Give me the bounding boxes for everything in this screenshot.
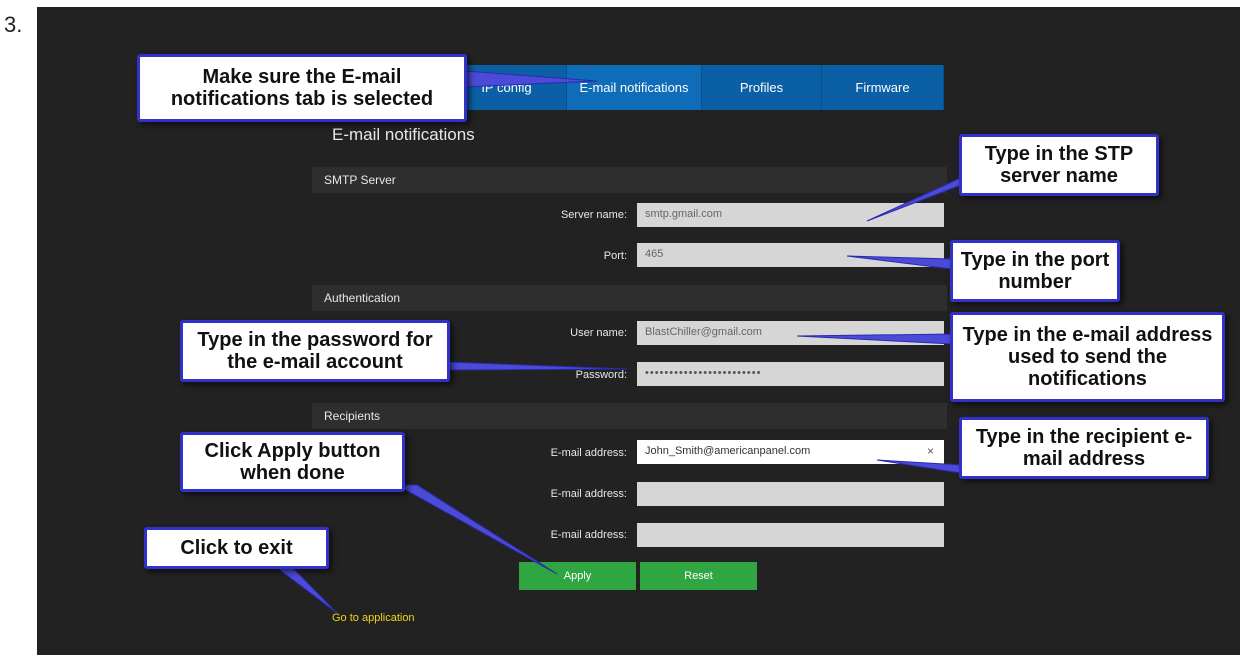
callout-server-name: Type in the STP server name [959, 134, 1159, 196]
email-address-label-3: E-mail address: [550, 529, 627, 541]
email-address-label-2: E-mail address: [550, 488, 627, 500]
port-label: Port: [603, 250, 627, 262]
step-number: 3. [4, 12, 23, 37]
server-name-input[interactable]: smtp.gmail.com [637, 203, 944, 227]
email-address-label-1: E-mail address: [550, 447, 627, 459]
password-label: Password: [575, 369, 627, 381]
go-to-application-link[interactable]: Go to application [332, 612, 415, 624]
apply-button[interactable]: Apply [519, 562, 636, 590]
section-authentication: Authentication [312, 285, 947, 311]
callout-password: Type in the password for the e-mail acco… [180, 320, 450, 382]
tab-firmware[interactable]: Firmware [822, 65, 944, 110]
reset-button[interactable]: Reset [640, 562, 757, 590]
callout-tab-selected: Make sure the E-mail notifications tab i… [137, 54, 467, 122]
password-input[interactable]: •••••••••••••••••••••••• [637, 362, 944, 386]
tab-profiles[interactable]: Profiles [702, 65, 822, 110]
callout-port-number: Type in the port number [950, 240, 1120, 302]
user-name-input[interactable]: BlastChiller@gmail.com [637, 321, 944, 345]
server-name-label: Server name: [560, 209, 627, 221]
section-recipients: Recipients [312, 403, 947, 429]
email-address-input-2[interactable] [637, 482, 944, 506]
user-name-label: User name: [570, 327, 627, 339]
email-address-value-1: John_Smith@americanpanel.com [645, 445, 811, 457]
email-address-input-1[interactable]: John_Smith@americanpanel.com × [637, 440, 944, 464]
tab-email-notifications[interactable]: E-mail notifications [567, 65, 702, 110]
callout-apply: Click Apply button when done [180, 432, 405, 492]
email-address-input-3[interactable] [637, 523, 944, 547]
page-title: E-mail notifications [332, 125, 475, 144]
callout-recipient-email: Type in the recipient e-mail address [959, 417, 1209, 479]
callout-sender-email: Type in the e-mail address used to send … [950, 312, 1225, 402]
clear-icon[interactable]: × [927, 444, 934, 458]
port-input[interactable]: 465 [637, 243, 944, 267]
pointer-exit [270, 563, 338, 614]
section-smtp-server: SMTP Server [312, 167, 947, 193]
screenshot-panel: IP config E-mail notifications Profiles … [37, 7, 1240, 655]
callout-exit: Click to exit [144, 527, 329, 569]
